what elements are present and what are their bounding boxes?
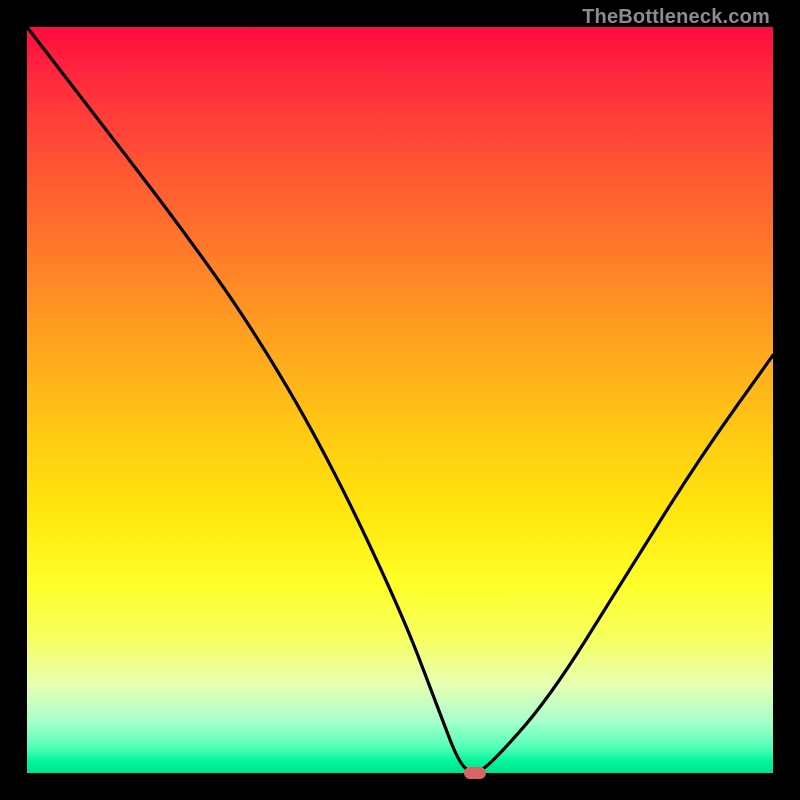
chart-container: TheBottleneck.com <box>0 0 800 800</box>
min-marker <box>464 767 486 779</box>
bottleneck-curve <box>27 27 773 773</box>
watermark-text: TheBottleneck.com <box>582 6 770 29</box>
